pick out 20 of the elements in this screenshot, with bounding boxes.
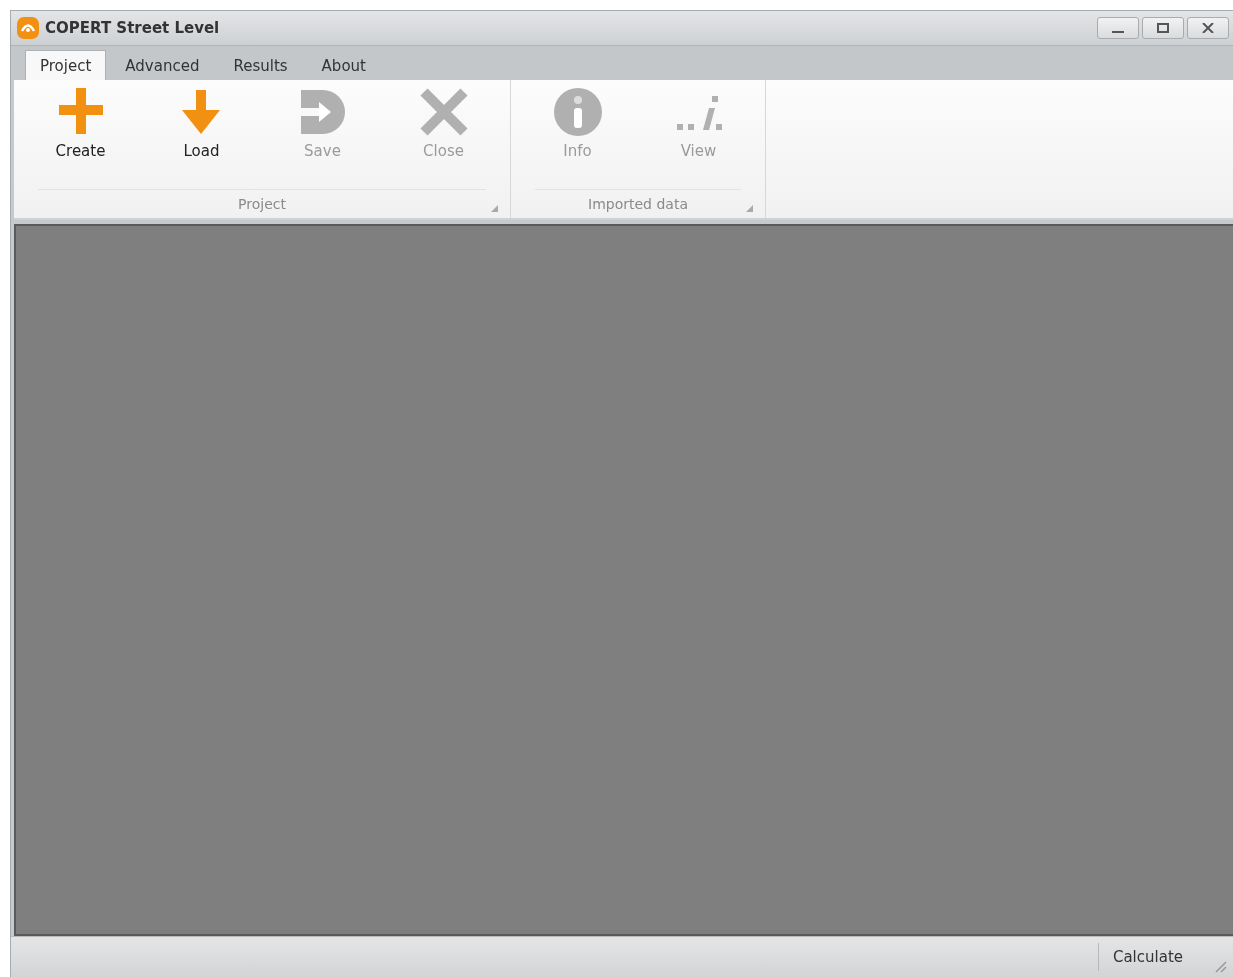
maximize-button[interactable] <box>1142 17 1184 39</box>
maximize-icon <box>1157 23 1169 33</box>
close-icon <box>417 86 470 138</box>
group-label: Imported data <box>588 196 688 212</box>
info-icon <box>551 86 604 138</box>
ribbon-tab[interactable]: About <box>306 50 381 80</box>
ribbon-button[interactable]: Load <box>141 80 262 189</box>
calculate-button[interactable]: Calculate <box>1098 948 1213 966</box>
minimize-button[interactable] <box>1097 17 1139 39</box>
close-icon <box>1202 23 1214 33</box>
ribbon-tab[interactable]: Project <box>25 50 107 80</box>
minimize-icon <box>1112 31 1124 33</box>
resize-grip-icon[interactable] <box>1213 959 1227 973</box>
window-title: COPERT Street Level <box>45 19 220 37</box>
app-logo-icon <box>17 17 39 39</box>
ribbon-tab[interactable]: Advanced <box>110 50 215 80</box>
group-label: Project <box>238 196 286 212</box>
ribbon-tab[interactable]: Results <box>218 50 303 80</box>
ribbon-button[interactable]: Create <box>20 80 141 189</box>
close-button[interactable] <box>1187 17 1229 39</box>
